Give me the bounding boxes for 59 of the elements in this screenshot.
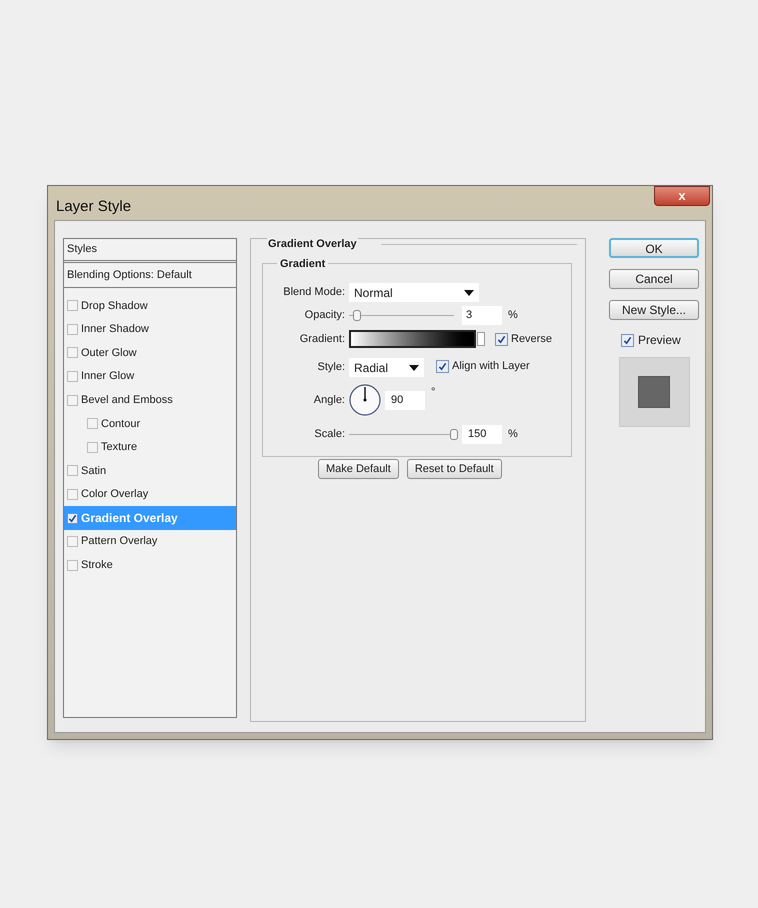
checkbox-label: Align with Layer (452, 359, 530, 374)
angle-dial[interactable] (349, 384, 381, 416)
checkbox[interactable] (436, 360, 449, 373)
checkbox[interactable] (67, 560, 78, 571)
checkbox[interactable] (87, 442, 98, 453)
field-label: Gradient: (298, 332, 345, 347)
dialog-button[interactable]: OK (609, 238, 699, 258)
opacity-input[interactable]: 3 (462, 306, 502, 325)
list-item[interactable]: Inner Shadow (64, 318, 236, 342)
slider-thumb[interactable] (353, 310, 362, 320)
list-item[interactable]: Satin (64, 459, 236, 483)
list-item[interactable]: Stroke (64, 554, 236, 578)
checkbox-label: Preview (638, 332, 681, 349)
list-item[interactable]: Pattern Overlay (64, 530, 236, 554)
angle-input[interactable]: 90 (385, 390, 425, 410)
list-item[interactable]: Drop Shadow (64, 294, 236, 318)
style-dropdown[interactable]: Radial (349, 358, 424, 377)
gradient-swatch[interactable] (349, 330, 476, 348)
checkbox[interactable] (67, 465, 78, 476)
checkbox-label: Reverse (511, 332, 552, 347)
field-label: Style: (316, 360, 345, 376)
list-item[interactable]: Texture (64, 436, 236, 460)
unit-label: % (508, 427, 518, 442)
field-label: Angle: (312, 392, 345, 408)
dialog-button[interactable]: Cancel (609, 269, 699, 289)
checkbox[interactable] (67, 394, 78, 406)
list-item[interactable]: Blending Options: Default (64, 263, 236, 288)
slider-thumb[interactable] (450, 428, 458, 440)
window-title: Layer Style (56, 197, 132, 217)
checkbox[interactable] (67, 489, 78, 500)
checkbox[interactable] (67, 536, 78, 548)
panel-button[interactable]: Make Default (318, 459, 399, 479)
checkbox[interactable] (67, 300, 78, 312)
checkbox[interactable] (495, 332, 508, 346)
unit-label: ° (431, 385, 436, 400)
section-title: Gradient Overlay (267, 236, 358, 252)
checkbox[interactable] (621, 334, 634, 346)
list-item[interactable]: Color Overlay (64, 482, 236, 506)
panel-button[interactable]: Reset to Default (406, 459, 502, 479)
checkbox[interactable] (67, 324, 78, 335)
slider-track[interactable] (349, 310, 454, 322)
preview-swatch (638, 376, 670, 408)
field-label: Opacity: (304, 308, 345, 324)
blend-mode-dropdown[interactable]: Normal (349, 283, 479, 302)
field-label: Scale: (313, 427, 345, 442)
scale-input[interactable]: 150 (462, 425, 502, 444)
list-item[interactable]: Contour (64, 412, 236, 436)
checkbox[interactable] (67, 512, 78, 524)
list-item[interactable]: Inner Glow (64, 364, 236, 388)
checkbox[interactable] (87, 418, 98, 430)
field-label: Blend Mode: (282, 285, 345, 300)
unit-label: % (508, 308, 518, 324)
list-item[interactable]: Bevel and Emboss (64, 388, 236, 412)
checkbox[interactable] (67, 371, 78, 382)
close-button[interactable]: x (654, 186, 710, 206)
checkbox[interactable] (67, 347, 78, 358)
list-header: Styles (64, 239, 236, 263)
dialog-button[interactable]: New Style... (609, 300, 699, 320)
list-item[interactable]: Outer Glow (64, 341, 236, 365)
